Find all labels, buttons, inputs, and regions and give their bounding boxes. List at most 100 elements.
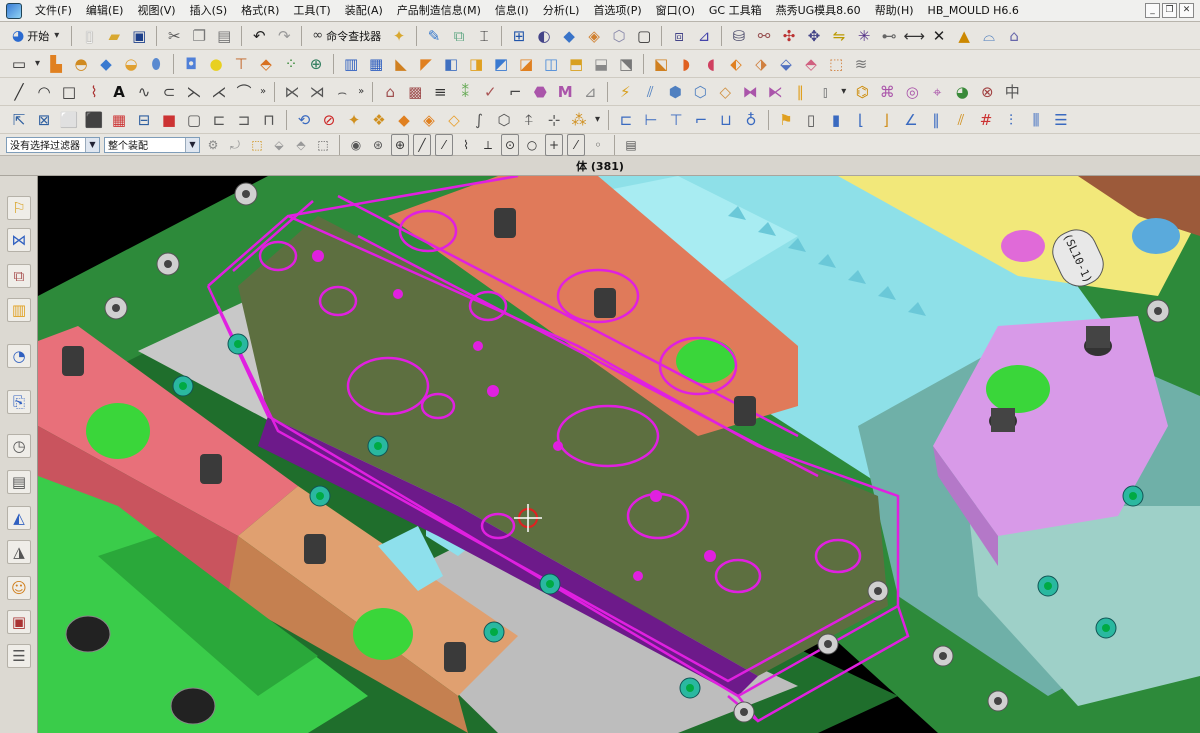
menu-yanxiu-mold[interactable]: 燕秀UG模具8.60 <box>769 0 868 22</box>
delete-face-icon[interactable]: ◫ <box>540 53 562 75</box>
sew-icon[interactable]: ⬔ <box>615 53 637 75</box>
cooling-icon[interactable]: ≋ <box>850 53 872 75</box>
paste-icon[interactable]: ▤ <box>213 25 235 47</box>
pattern-icon[interactable]: ⁘ <box>280 53 302 75</box>
plain-box-icon[interactable]: ▯ <box>800 109 822 131</box>
constraint-navigator-icon[interactable]: ⋈ <box>7 228 31 252</box>
draft-face-icon[interactable]: ◨ <box>465 53 487 75</box>
l-bracket-icon[interactable]: ⌋ <box>875 109 897 131</box>
gate-icon[interactable]: ⚡ <box>614 81 636 103</box>
boss-icon[interactable]: ⊤ <box>230 53 252 75</box>
restore-button[interactable]: ❐ <box>1162 3 1177 18</box>
clock-icon[interactable]: ◷ <box>7 434 31 458</box>
frame-icon[interactable]: ▢ <box>183 109 205 131</box>
graphics-viewport[interactable]: (SL10-1) <box>38 176 1200 733</box>
snap-quadrant-icon[interactable]: ○ <box>523 134 541 156</box>
mold-tool-icon[interactable]: ◗ <box>675 53 697 75</box>
app-icon[interactable] <box>6 2 22 19</box>
star-icon[interactable]: ✦ <box>343 109 365 131</box>
patch-icon[interactable]: ⬓ <box>590 53 612 75</box>
menu-preferences[interactable]: 首选项(P) <box>586 0 648 22</box>
box-solid-icon[interactable]: ⬛ <box>83 109 105 131</box>
deselect-icon[interactable]: ⊠ <box>33 109 55 131</box>
layer-icon[interactable]: ◈ <box>583 25 605 47</box>
overflow-icon[interactable]: » <box>258 86 268 97</box>
menu-gc-toolkit[interactable]: GC 工具箱 <box>702 0 769 22</box>
part-navigator-icon[interactable]: ⧉ <box>7 264 31 288</box>
bom-icon[interactable]: ⧓ <box>739 81 761 103</box>
document-icon[interactable]: ▤ <box>7 470 31 494</box>
core-icon[interactable]: ⬖ <box>725 53 747 75</box>
block-icon[interactable]: ◆ <box>95 53 117 75</box>
color-grid-icon[interactable]: ▦ <box>108 109 130 131</box>
web-browser-icon[interactable]: ◔ <box>7 344 31 368</box>
locating-ring-icon[interactable]: ◎ <box>901 81 923 103</box>
text-icon[interactable]: A <box>108 81 130 103</box>
menu-file[interactable]: 文件(F) <box>28 0 79 22</box>
snap-perpendicular-icon[interactable]: ⟂ <box>479 134 497 156</box>
pencil-icon[interactable]: ✎ <box>423 25 445 47</box>
grid-icon[interactable]: # <box>975 109 997 131</box>
background-icon[interactable]: ▢ <box>633 25 655 47</box>
offset-curve-icon[interactable]: ⊂ <box>158 81 180 103</box>
ejector-icon[interactable]: ⬚ <box>825 53 847 75</box>
sprue-icon[interactable]: ⌖ <box>926 81 948 103</box>
lifter-icon[interactable]: ⬘ <box>800 53 822 75</box>
mirror-icon[interactable]: ⇋ <box>828 25 850 47</box>
arc-icon[interactable]: ◠ <box>33 81 55 103</box>
list-icon[interactable]: ☰ <box>1050 109 1072 131</box>
trim-curve-icon[interactable]: ⋉ <box>281 81 303 103</box>
shell-icon[interactable]: ▥ <box>340 53 362 75</box>
group-cubes-icon[interactable]: ⁂ <box>568 109 590 131</box>
close-button[interactable]: ✕ <box>1179 3 1194 18</box>
overflow-icon[interactable]: » <box>356 86 366 97</box>
edge-blend-icon[interactable]: ◣ <box>390 53 412 75</box>
insert-icon[interactable]: ⬗ <box>750 53 772 75</box>
spline-icon[interactable]: ∿ <box>133 81 155 103</box>
rotate-icon[interactable]: ◐ <box>533 25 555 47</box>
hole-icon[interactable]: ◘ <box>180 53 202 75</box>
arch-icon[interactable]: ⌂ <box>1003 25 1025 47</box>
history-icon[interactable]: ⎘ <box>7 390 31 414</box>
model-view[interactable]: (SL10-1) <box>38 176 1200 733</box>
spring-icon[interactable]: ⌘ <box>876 81 898 103</box>
menu-format[interactable]: 格式(R) <box>234 0 286 22</box>
snap-center-icon[interactable]: ⊙ <box>501 133 519 156</box>
line-icon[interactable]: ╱ <box>8 81 30 103</box>
interlock-icon[interactable]: ⊗ <box>976 81 998 103</box>
ruler-icon[interactable]: ⊷ <box>878 25 900 47</box>
offset-face-icon[interactable]: ◧ <box>440 53 462 75</box>
select-icon[interactable]: ⇱ <box>8 109 30 131</box>
pocket-tool-icon[interactable]: ⬡ <box>689 81 711 103</box>
axis-icon[interactable]: ⊹ <box>543 109 565 131</box>
mold-part-icon[interactable]: ⬕ <box>650 53 672 75</box>
trim-icon[interactable]: ✕ <box>928 25 950 47</box>
fit-view-icon[interactable]: ⊞ <box>508 25 530 47</box>
parallel-icon[interactable]: ∥ <box>925 109 947 131</box>
revolve-icon[interactable]: ◓ <box>70 53 92 75</box>
pocket-icon[interactable]: ⬘ <box>255 53 277 75</box>
transform-icon[interactable]: ⟲ <box>293 109 315 131</box>
parting-line-icon[interactable]: ⌐ <box>504 81 526 103</box>
family-mold-icon[interactable]: ⁑ <box>454 81 476 103</box>
wire-cube-icon[interactable]: ⬡ <box>493 109 515 131</box>
roles-icon[interactable]: ☺ <box>7 576 31 600</box>
assembly-icon[interactable]: ⛁ <box>728 25 750 47</box>
undo-icon[interactable]: ↶ <box>248 25 270 47</box>
redo-icon[interactable]: ↷ <box>273 25 295 47</box>
type-filter-dropdown[interactable]: 没有选择过滤器 ▼ <box>6 136 100 153</box>
snap-existing-point-icon[interactable]: ⁄ <box>567 133 585 156</box>
surface-icon[interactable]: ⌓ <box>978 25 1000 47</box>
constraint-icon[interactable]: ⚯ <box>753 25 775 47</box>
mold-wizard-icon[interactable]: ⌂ <box>379 81 401 103</box>
red-cube-icon[interactable]: ■ <box>158 109 180 131</box>
process-studio-icon[interactable]: ◮ <box>7 540 31 564</box>
move-face-icon[interactable]: ◩ <box>490 53 512 75</box>
runner-icon[interactable]: ⫽ <box>639 81 661 103</box>
layer-settings-icon[interactable]: ⊟ <box>133 109 155 131</box>
select-box-icon[interactable]: ⬚ <box>314 134 332 156</box>
reuse-library-icon[interactable]: ▥ <box>7 298 31 322</box>
polyline-icon[interactable]: ⌇ <box>83 81 105 103</box>
selection-scope-dropdown[interactable]: 整个装配 ▼ <box>104 136 200 153</box>
slider-icon[interactable]: ⬙ <box>775 53 797 75</box>
